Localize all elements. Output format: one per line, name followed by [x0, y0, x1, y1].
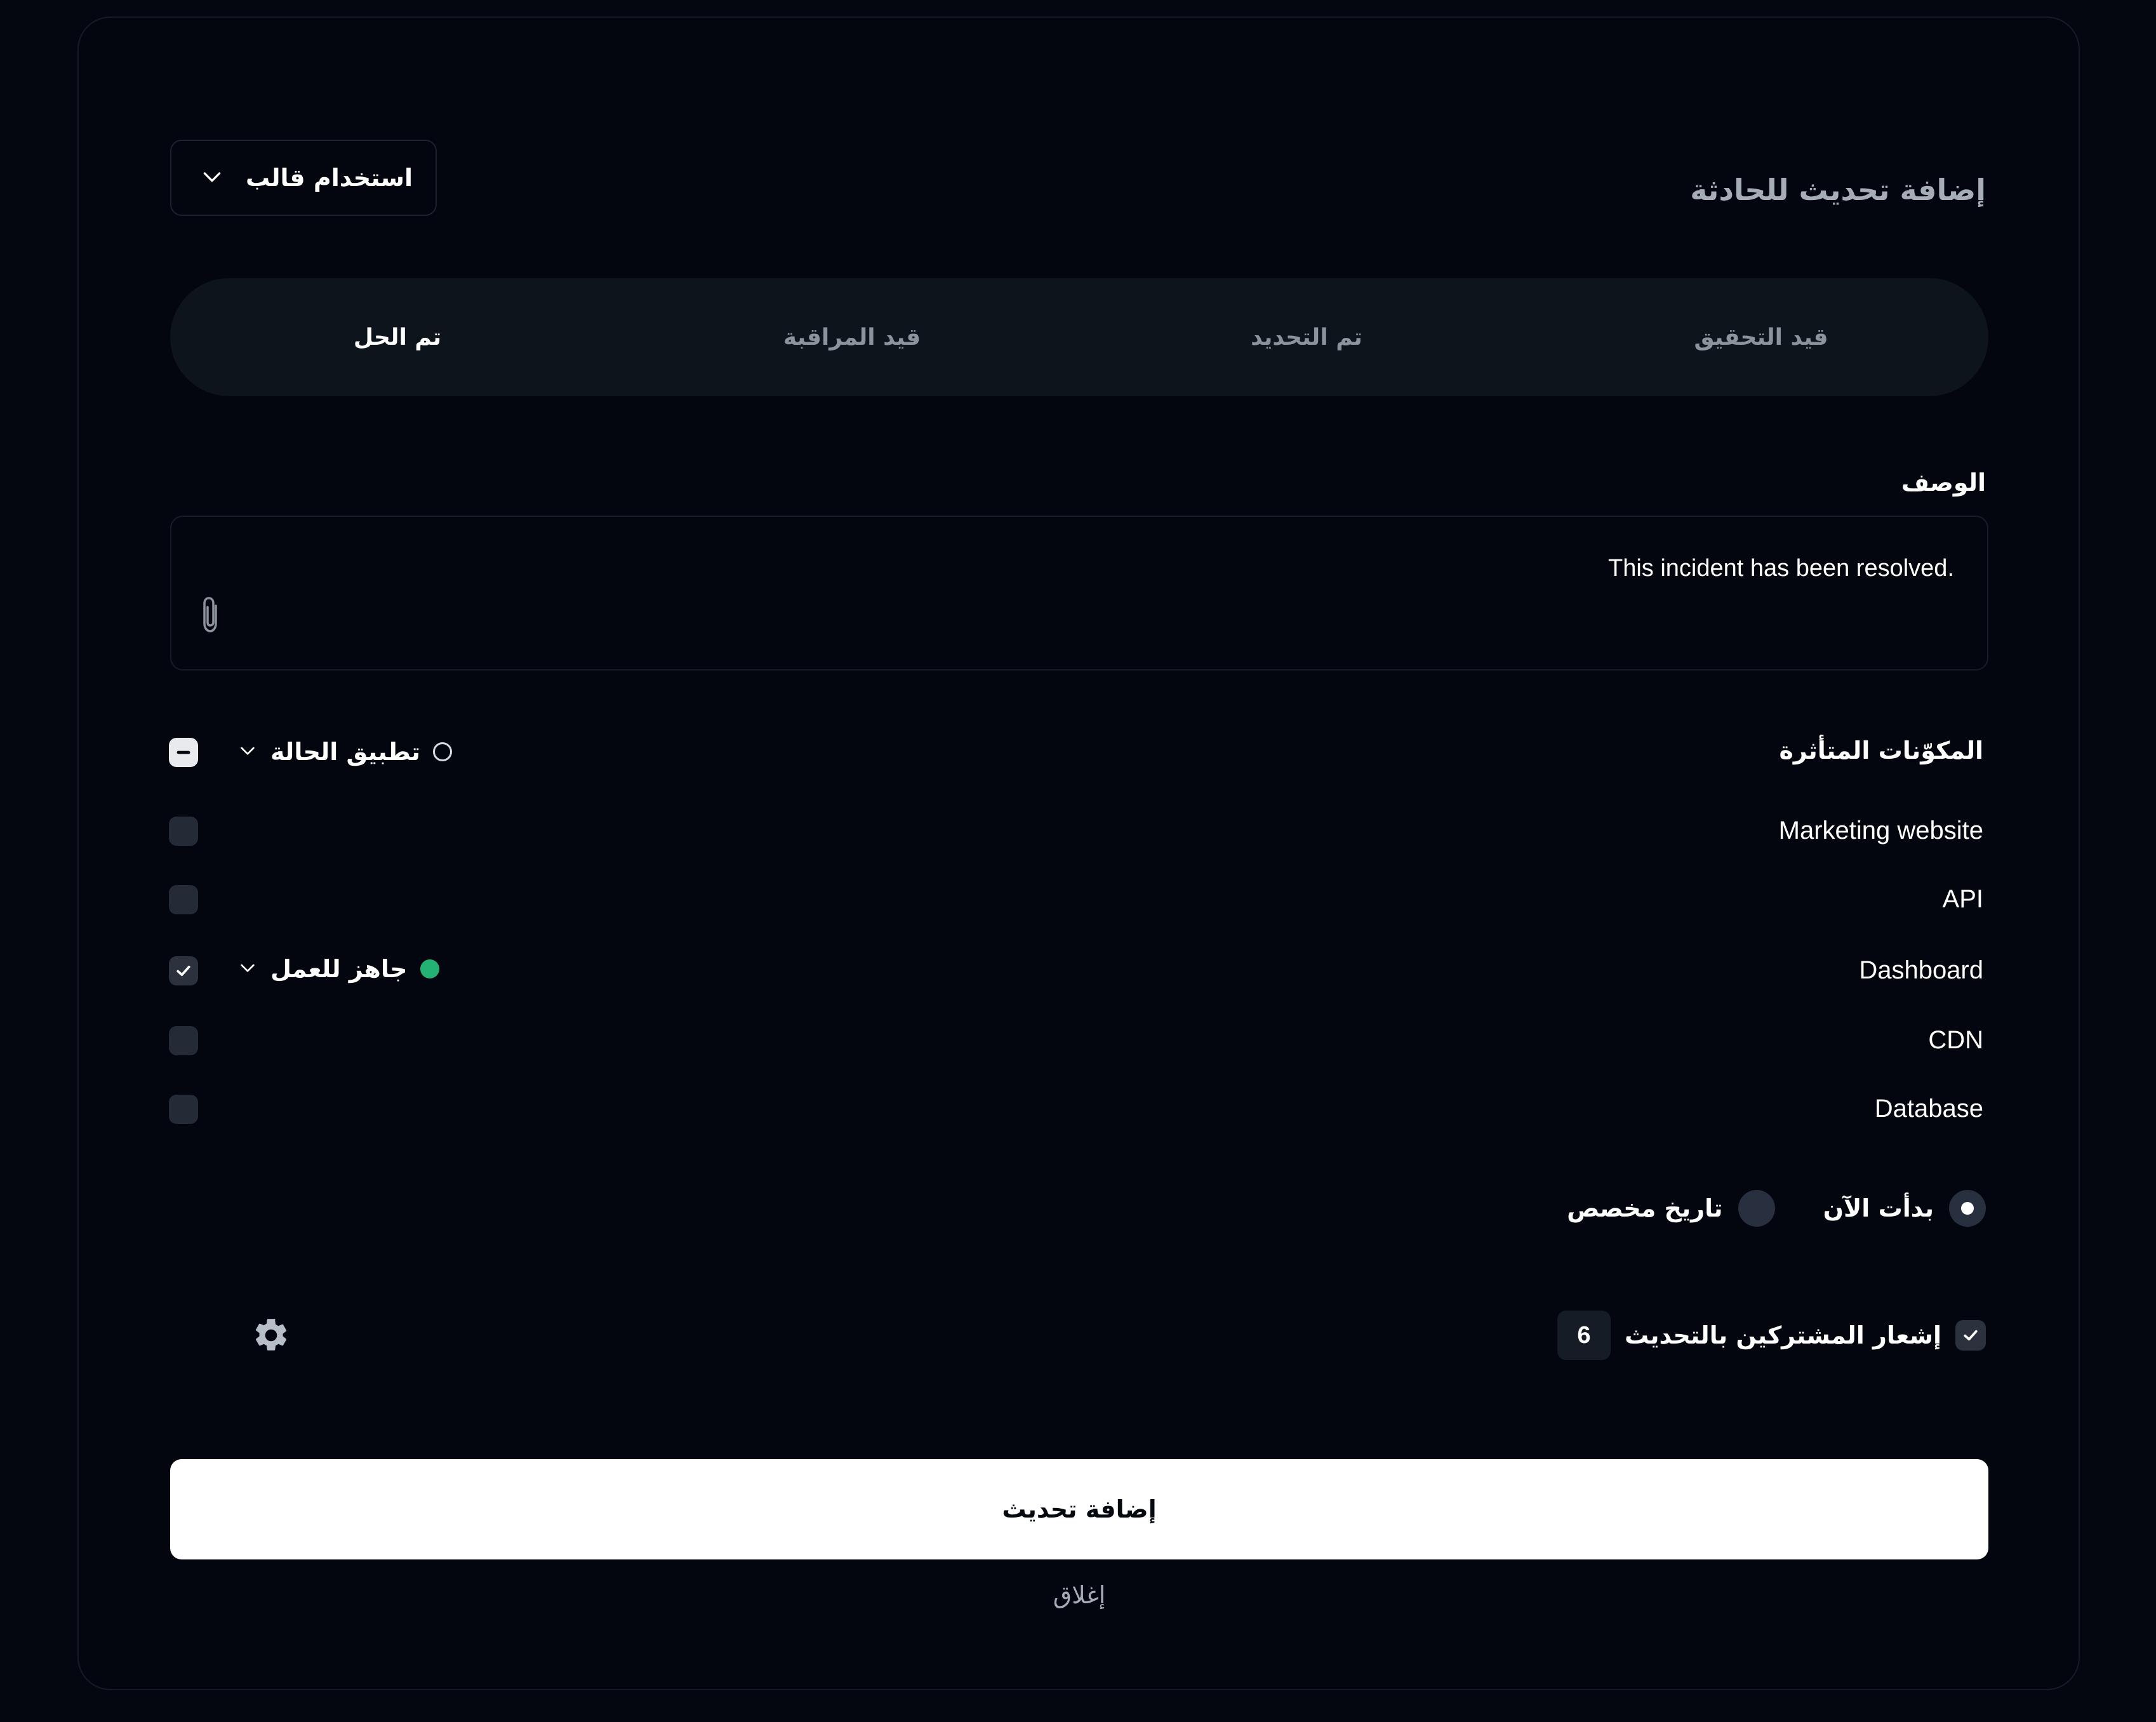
component-checkbox-api[interactable] — [169, 885, 198, 914]
tab-investigating[interactable]: قيد التحقيق — [1534, 278, 1988, 396]
notify-subscribers-checkbox[interactable] — [1955, 1320, 1986, 1351]
chevron-down-icon — [237, 740, 258, 763]
custom-date-label[interactable]: تاريخ مخصص — [1567, 1194, 1723, 1222]
custom-date-radio[interactable] — [1738, 1190, 1775, 1227]
notify-subscribers-row: إشعار المشتركين بالتحديث 6 — [1557, 1311, 1986, 1360]
component-checkbox-dashboard[interactable] — [169, 956, 198, 985]
tab-identified[interactable]: تم التحديد — [1079, 278, 1534, 396]
affected-components-heading: المكوّنات المتأثرة — [1779, 737, 1983, 764]
chevron-down-icon — [199, 164, 225, 192]
dashboard-status-dropdown[interactable]: جاهز للعمل — [237, 955, 439, 983]
component-checkbox-cdn[interactable] — [169, 1026, 198, 1055]
apply-status-dropdown[interactable]: تطبيق الحالة — [237, 738, 453, 766]
close-button[interactable]: إغلاق — [170, 1581, 1988, 1609]
started-now-label[interactable]: بدأت الآن — [1823, 1194, 1934, 1222]
component-api: API — [1942, 885, 1983, 913]
component-dashboard: Dashboard — [1859, 956, 1983, 984]
use-template-label: استخدام قالب — [246, 164, 413, 192]
gear-icon[interactable] — [251, 1316, 291, 1355]
description-label: الوصف — [1901, 469, 1986, 497]
dialog-title: إضافة تحديث للحادثة — [1690, 173, 1986, 207]
add-update-button[interactable]: إضافة تحديث — [170, 1459, 1988, 1559]
component-checkbox-marketing-website[interactable] — [169, 817, 198, 846]
component-checkbox-database[interactable] — [169, 1095, 198, 1124]
started-now-radio[interactable] — [1949, 1190, 1986, 1227]
description-value: .This incident has been resolved — [1608, 555, 1954, 582]
component-cdn: CDN — [1928, 1026, 1983, 1054]
status-dot-icon — [433, 742, 453, 761]
start-time-options: بدأت الآن تاريخ مخصص — [1567, 1190, 1986, 1227]
notify-subscribers-label: إشعار المشتركين بالتحديث — [1625, 1321, 1941, 1349]
subscriber-count-badge: 6 — [1557, 1311, 1611, 1360]
apply-status-label: تطبيق الحالة — [270, 738, 421, 766]
chevron-down-icon — [237, 958, 258, 980]
tab-monitoring[interactable]: قيد المراقبة — [625, 278, 1079, 396]
component-database: Database — [1874, 1095, 1983, 1123]
paperclip-icon[interactable] — [197, 594, 223, 635]
component-marketing-website: Marketing website — [1778, 817, 1983, 844]
description-textarea[interactable]: .This incident has been resolved — [170, 516, 1988, 671]
status-tabs: قيد التحقيق تم التحديد قيد المراقبة تم ا… — [170, 278, 1988, 396]
dashboard-status-label: جاهز للعمل — [270, 955, 408, 983]
tab-resolved[interactable]: تم الحل — [170, 278, 625, 396]
incident-update-dialog: إضافة تحديث للحادثة استخدام قالب قيد الت… — [77, 17, 2080, 1690]
select-all-checkbox[interactable] — [169, 738, 198, 767]
use-template-dropdown[interactable]: استخدام قالب — [170, 140, 437, 216]
operational-status-dot — [420, 959, 439, 978]
